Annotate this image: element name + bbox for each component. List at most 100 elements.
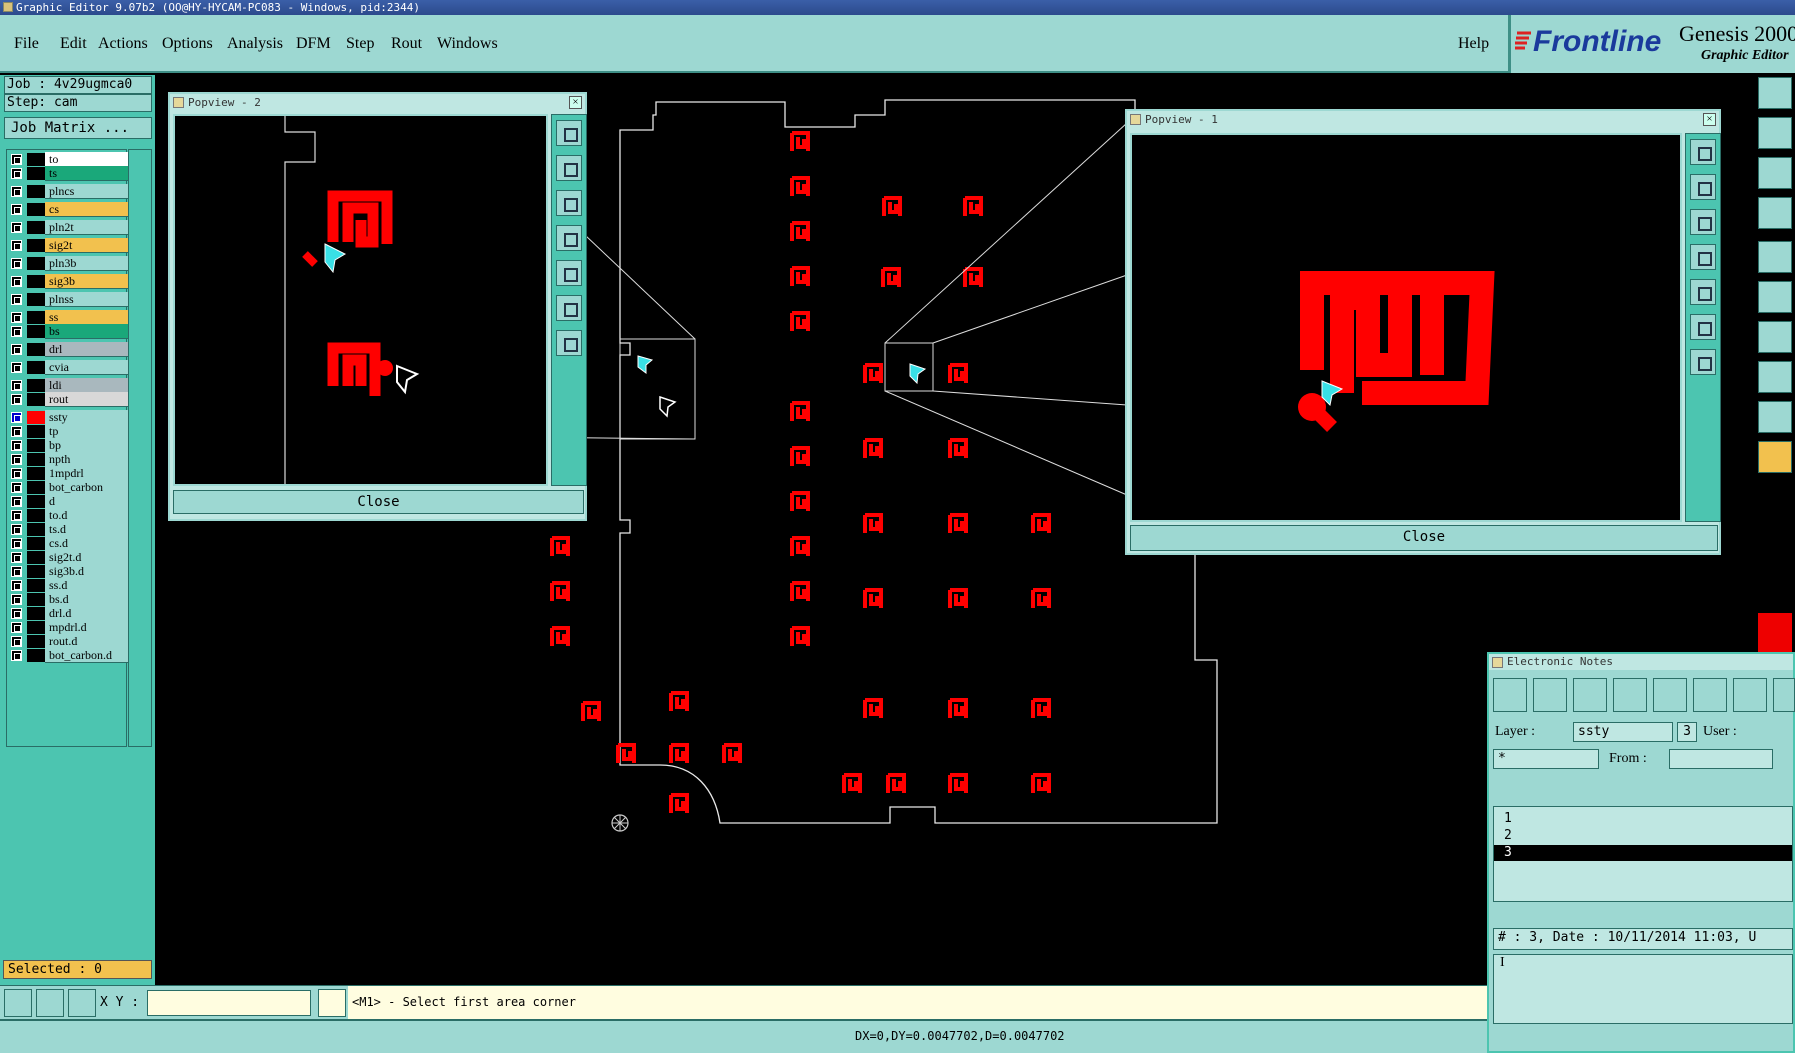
pad[interactable] <box>790 221 810 243</box>
grid-icon[interactable] <box>68 989 96 1017</box>
layer-checkbox[interactable] <box>11 294 22 305</box>
pad[interactable] <box>948 513 968 535</box>
layer-name[interactable]: to.d <box>45 508 128 523</box>
zoom-out-icon[interactable] <box>1690 349 1716 375</box>
previous-arrow-icon[interactable] <box>1693 678 1727 712</box>
delete-note-icon[interactable] <box>1573 678 1607 712</box>
pad[interactable] <box>948 438 968 460</box>
pad[interactable] <box>963 267 983 289</box>
layer-name[interactable]: bp <box>45 438 128 453</box>
pad[interactable] <box>790 581 810 603</box>
layer-row-bot-carbon[interactable]: bot_carbon <box>9 480 128 495</box>
layer-name[interactable]: npth <box>45 452 128 467</box>
layer-row-d[interactable]: d <box>9 494 128 509</box>
layer-name[interactable]: to <box>45 152 128 167</box>
layer-list-scrollbar[interactable] <box>128 149 152 747</box>
layer-checkbox[interactable] <box>11 440 22 451</box>
layer-name[interactable]: ssty <box>45 410 128 425</box>
layer-row-drl[interactable]: drl <box>9 342 128 357</box>
pan-down-icon[interactable] <box>556 190 582 216</box>
popview-2-window[interactable]: Popview - 2 × Close <box>168 92 587 521</box>
popview-2-close-icon[interactable]: × <box>569 96 582 109</box>
layer-name[interactable]: bs.d <box>45 592 128 607</box>
layer-checkbox[interactable] <box>11 154 22 165</box>
pad[interactable] <box>948 698 968 720</box>
layer-checkbox[interactable] <box>11 258 22 269</box>
layer-name[interactable]: d <box>45 494 128 509</box>
notes-list[interactable]: 1 2 3 <box>1493 806 1793 902</box>
pad[interactable] <box>1031 513 1051 535</box>
layer-name[interactable]: plncs <box>45 184 128 199</box>
layer-name[interactable]: mpdrl.d <box>45 620 128 635</box>
layer-checkbox[interactable] <box>11 240 22 251</box>
warning-icon[interactable] <box>1758 401 1792 433</box>
pad[interactable] <box>790 176 810 198</box>
layer-name[interactable]: ts.d <box>45 522 128 537</box>
layer-checkbox[interactable] <box>11 552 22 563</box>
pad[interactable] <box>669 743 689 765</box>
layer-row-ts[interactable]: ts <box>9 166 128 181</box>
layer-name[interactable]: plnss <box>45 292 128 307</box>
layer-checkbox[interactable] <box>11 510 22 521</box>
layer-row-sig2t-d[interactable]: sig2t.d <box>9 550 128 565</box>
pad[interactable] <box>863 438 883 460</box>
zoom-fit-icon[interactable] <box>1690 314 1716 340</box>
note-text-area[interactable]: I <box>1493 954 1793 1024</box>
layer-row-npth[interactable]: npth <box>9 452 128 467</box>
layer-name[interactable]: sig3b.d <box>45 564 128 579</box>
job-matrix-button[interactable]: Job Matrix ... <box>4 117 152 139</box>
snap-icon[interactable] <box>1758 197 1792 229</box>
layer-row-sig2t[interactable]: sig2t <box>9 238 128 253</box>
measure-icon[interactable] <box>1758 321 1792 353</box>
layer-checkbox[interactable] <box>11 222 22 233</box>
add-note-icon[interactable] <box>1493 678 1527 712</box>
layer-row-pln2t[interactable]: pln2t <box>9 220 128 235</box>
layer-name[interactable]: ldi <box>45 378 128 393</box>
pad[interactable] <box>790 266 810 288</box>
pad[interactable] <box>790 536 810 558</box>
pad[interactable] <box>790 401 810 423</box>
layer-checkbox[interactable] <box>11 326 22 337</box>
layer-checkbox[interactable] <box>11 168 22 179</box>
layer-checkbox[interactable] <box>11 312 22 323</box>
layer-row-bot-carbon-d[interactable]: bot_carbon.d <box>9 648 128 663</box>
layer-field[interactable]: ssty <box>1573 722 1673 742</box>
layer-name[interactable]: bot_carbon <box>45 480 128 495</box>
layer-checkbox[interactable] <box>11 636 22 647</box>
menu-help[interactable]: Help <box>1458 35 1489 53</box>
layer-name[interactable]: ss <box>45 310 128 325</box>
layer-row-pln3b[interactable]: pln3b <box>9 256 128 271</box>
menu-step[interactable]: Step <box>346 35 374 53</box>
layer-row-bs-d[interactable]: bs.d <box>9 592 128 607</box>
pad[interactable] <box>581 701 601 723</box>
pad[interactable] <box>550 626 570 648</box>
menu-windows[interactable]: Windows <box>437 35 498 53</box>
pad[interactable] <box>722 743 742 765</box>
pan-left-icon[interactable] <box>1690 244 1716 270</box>
connect-icon[interactable] <box>1758 281 1792 313</box>
layer-name[interactable]: bs <box>45 324 128 339</box>
layer-name[interactable]: 1mpdrl <box>45 466 128 481</box>
layer-row-cvia[interactable]: cvia <box>9 360 128 375</box>
layer-checkbox[interactable] <box>11 468 22 479</box>
layer-row-to[interactable]: to <box>9 152 128 167</box>
pad[interactable] <box>842 773 862 795</box>
zoom-home-icon[interactable] <box>1758 157 1792 189</box>
select-area-icon[interactable] <box>1758 361 1792 393</box>
pad[interactable] <box>948 773 968 795</box>
layer-checkbox[interactable] <box>11 622 22 633</box>
pad[interactable] <box>882 196 902 218</box>
pad[interactable] <box>550 581 570 603</box>
pad[interactable] <box>669 691 689 713</box>
zoom-fit-icon[interactable] <box>556 295 582 321</box>
layer-checkbox[interactable] <box>11 608 22 619</box>
pan-down-icon[interactable] <box>1690 209 1716 235</box>
electronic-notes-window[interactable]: Electronic Notes Layer : ssty 3 User : *… <box>1487 652 1795 1053</box>
show-note-icon[interactable] <box>1653 678 1687 712</box>
layer-checkbox[interactable] <box>11 650 22 661</box>
pad[interactable] <box>948 588 968 610</box>
from-field[interactable] <box>1669 749 1773 769</box>
pan-right-icon[interactable] <box>1690 279 1716 305</box>
layer-checkbox[interactable] <box>11 362 22 373</box>
layer-row-bp[interactable]: bp <box>9 438 128 453</box>
